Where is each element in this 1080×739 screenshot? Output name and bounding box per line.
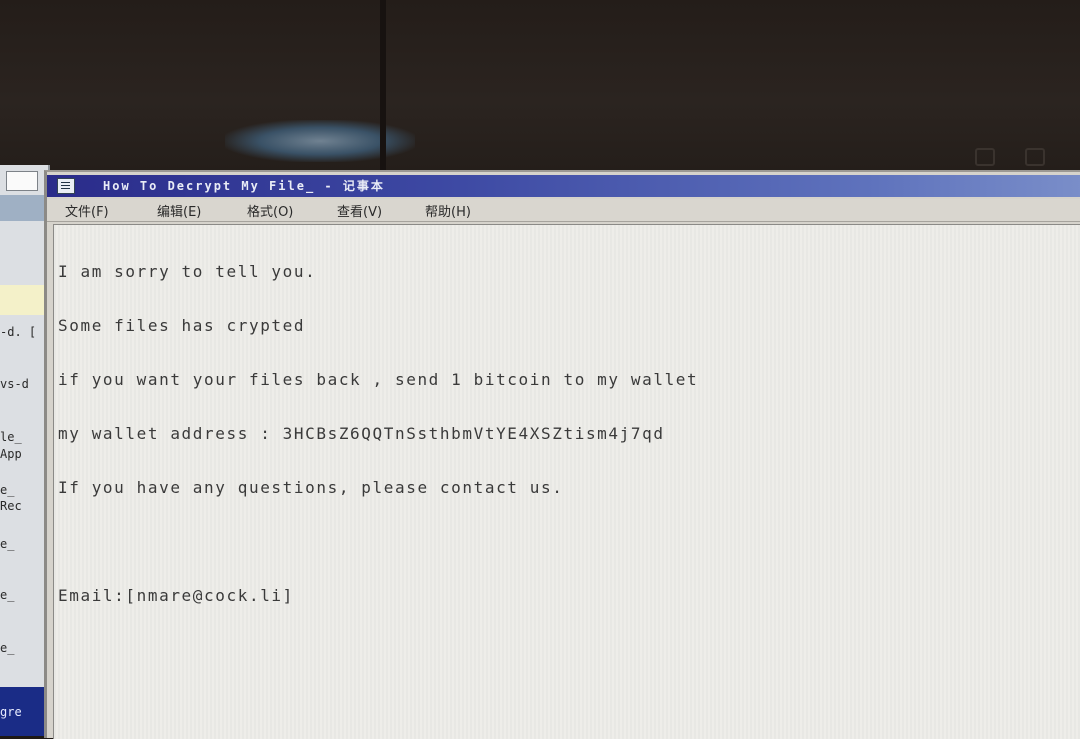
bezel-seam [380, 0, 386, 175]
background-window: -d. [ vs-d le_ App e_ Rec e_ e_ e_ gre [0, 165, 50, 736]
background-text-fragment: App [0, 447, 22, 461]
note-line: I am sorry to tell you. [58, 262, 317, 281]
background-window-tab [6, 171, 38, 191]
notepad-icon [57, 178, 75, 194]
background-text-fragment: vs-d [0, 377, 29, 391]
text-editor-area[interactable]: I am sorry to tell you. Some files has c… [53, 224, 1080, 739]
wallet-address-line: my wallet address : 3HCBsZ6QQTnSsthbmVtY… [58, 424, 665, 443]
background-window-toolbar [0, 195, 48, 221]
background-text-fragment: le_ [0, 430, 22, 444]
background-text-fragment: e_ [0, 483, 15, 497]
menu-format[interactable]: 格式(O) [247, 201, 293, 220]
light-glare [225, 120, 415, 162]
note-line: If you have any questions, please contac… [58, 478, 564, 497]
background-text-fragment: e_ [0, 641, 15, 655]
note-line: Some files has crypted [58, 316, 306, 335]
notepad-window: How To Decrypt My File_ - 记事本 文件(F) 编辑(E… [44, 170, 1080, 739]
email-line: Email:[nmare@cock.li] [58, 586, 294, 605]
title-bar[interactable]: How To Decrypt My File_ - 记事本 [47, 175, 1080, 197]
background-text-fragment: -d. [ [0, 325, 37, 339]
background-text-fragment: e_ [0, 537, 15, 551]
background-text-fragment: e_ [0, 588, 15, 602]
monitor-button-icon [975, 148, 995, 166]
menu-help[interactable]: 帮助(H) [425, 201, 471, 220]
background-text-fragment: gre [0, 705, 22, 719]
monitor-button-icon [1025, 148, 1045, 166]
background-text-fragment: Rec [0, 499, 22, 513]
background-window-taskbar: gre [0, 687, 48, 736]
menu-view[interactable]: 查看(V) [337, 201, 382, 220]
monitor-bezel-background [0, 0, 1080, 185]
menu-bar: 文件(F) 编辑(E) 格式(O) 查看(V) 帮助(H) [47, 199, 1080, 222]
menu-edit[interactable]: 编辑(E) [157, 201, 201, 220]
window-title: How To Decrypt My File_ - 记事本 [103, 179, 385, 193]
background-window-highlight [0, 285, 48, 315]
note-line: if you want your files back , send 1 bit… [58, 370, 699, 389]
menu-file[interactable]: 文件(F) [65, 201, 109, 220]
ransom-note-text: I am sorry to tell you. Some files has c… [58, 227, 698, 641]
